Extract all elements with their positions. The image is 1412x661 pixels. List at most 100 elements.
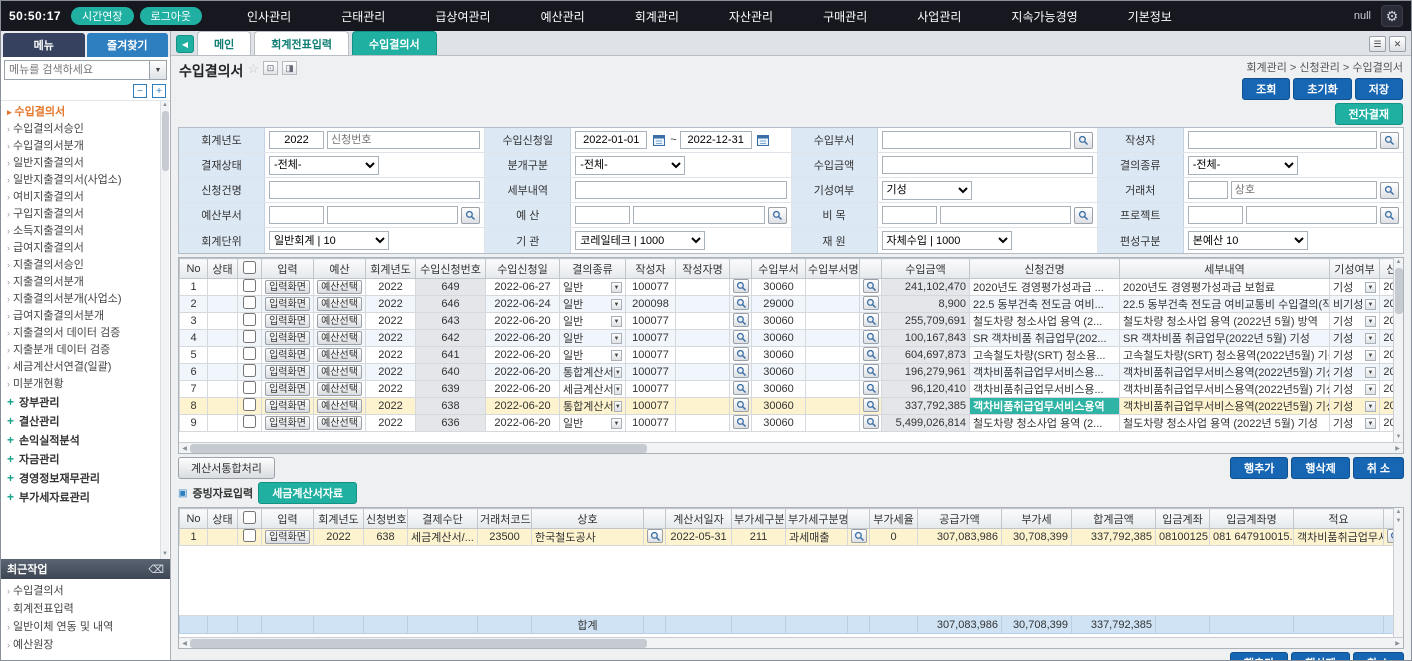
search-icon[interactable] [1074, 207, 1093, 224]
evidence-col-s3[interactable] [1384, 509, 1394, 529]
income-cell-amount[interactable]: 5,499,026,814 [882, 415, 970, 432]
row-checkbox[interactable] [243, 415, 256, 428]
evidence-cell-s3[interactable] [1384, 529, 1394, 546]
scroll-thumb[interactable] [1395, 268, 1403, 314]
income-cell-writer[interactable]: 100077 [626, 313, 676, 330]
income-cell-budget_btn[interactable]: 예산선택 [314, 279, 366, 296]
evidence-cell-note[interactable]: 객차비품취급업무서비스용... [1294, 529, 1384, 546]
income-cell-s2[interactable] [860, 415, 882, 432]
search-icon[interactable] [863, 347, 879, 361]
evidence-col-account[interactable]: 입금계좌 [1156, 509, 1210, 529]
evidence-cell-year[interactable]: 2022 [314, 529, 364, 546]
income-cell-writer[interactable]: 100077 [626, 415, 676, 432]
done-select[interactable]: 기성▼ [1333, 364, 1376, 380]
income-cell-s1[interactable] [730, 279, 752, 296]
income-cell-dept_name[interactable] [806, 296, 860, 313]
income-cell-dept_name[interactable] [806, 381, 860, 398]
income-cell-dept_name[interactable] [806, 398, 860, 415]
income-col-detail[interactable]: 세부내역 [1120, 259, 1330, 279]
kind-select[interactable]: 통합계산서▼ [563, 398, 622, 414]
income-cell-s2[interactable] [860, 381, 882, 398]
income-cell-writer_name[interactable] [676, 381, 730, 398]
tab-close-icon[interactable]: ✕ [1389, 36, 1406, 52]
income-cell-dept[interactable]: 30060 [752, 279, 806, 296]
scroll-up-icon[interactable]: ▲ [1396, 508, 1402, 517]
income-grid-vscrollbar[interactable]: ▲ ▼ [1393, 258, 1403, 442]
income-cell-kind[interactable]: 일반▼ [560, 296, 626, 313]
income-cell-year[interactable]: 2022 [366, 313, 416, 330]
income-cell-status[interactable] [208, 381, 238, 398]
income-cell-writer_name[interactable] [676, 398, 730, 415]
scroll-right-icon[interactable]: ▶ [1392, 445, 1403, 452]
income-col-dept[interactable]: 수입부서 [752, 259, 806, 279]
dropdown-icon[interactable]: ▼ [611, 350, 622, 361]
income-cell-amount[interactable]: 196,279,961 [882, 364, 970, 381]
income-cell-budget_btn[interactable]: 예산선택 [314, 313, 366, 330]
income-cell-title[interactable]: 객차비품취급업무서비스용역 [970, 398, 1120, 415]
dropdown-icon[interactable]: ▼ [611, 282, 622, 293]
evidence-col-vat_code[interactable]: 부가세구분 [732, 509, 786, 529]
income-cell-acct_date[interactable]: 2022-06-20 [1380, 364, 1394, 381]
income-cell-title[interactable]: 2020년도 경영평가성과급 ... [970, 279, 1120, 296]
evidence-cell-input_btn[interactable]: 입력화면 [262, 529, 314, 546]
income-cell-done[interactable]: 기성▼ [1330, 330, 1380, 347]
income-cell-title[interactable]: 객차비품취급업무서비스용... [970, 381, 1120, 398]
income-col-req_no[interactable]: 수입신청번호 [416, 259, 486, 279]
evidence-cell-no[interactable]: 1 [180, 529, 208, 546]
evidence-col-account_name[interactable]: 입금계좌명 [1210, 509, 1294, 529]
evidence-grid-vscrollbar[interactable]: ▲ ▼ [1393, 508, 1403, 637]
income-cell-dept[interactable]: 30060 [752, 330, 806, 347]
search-icon[interactable] [863, 364, 879, 378]
scroll-left-icon[interactable]: ◀ [179, 445, 190, 452]
delete-row-button[interactable]: 행삭제 [1291, 652, 1349, 661]
evidence-col-vat_amount[interactable]: 부가세 [1002, 509, 1072, 529]
income-cell-dept_name[interactable] [806, 347, 860, 364]
evidence-col-status[interactable]: 상태 [208, 509, 238, 529]
income-cell-s1[interactable] [730, 381, 752, 398]
tax-invoice-data-button[interactable]: 세금계산서자료 [258, 482, 357, 504]
sidebar-item[interactable]: ›여비지출결의서 [7, 189, 158, 206]
income-cell-year[interactable]: 2022 [366, 296, 416, 313]
dropdown-icon[interactable]: ▼ [1365, 401, 1376, 412]
journal-type-select[interactable]: -전체- [575, 156, 685, 175]
income-row[interactable]: 2입력화면예산선택20226462022-06-24일반▼20009829000… [180, 296, 1394, 313]
income-cell-s1[interactable] [730, 415, 752, 432]
calendar-icon[interactable] [755, 132, 772, 149]
search-icon[interactable] [851, 529, 867, 543]
dropdown-icon[interactable]: ▼ [1365, 350, 1376, 361]
income-cell-budget_btn[interactable]: 예산선택 [314, 364, 366, 381]
expand-all-button[interactable]: + [152, 84, 166, 98]
income-cell-budget_btn[interactable]: 예산선택 [314, 381, 366, 398]
income-cell-status[interactable] [208, 364, 238, 381]
income-cell-input_btn[interactable]: 입력화면 [262, 415, 314, 432]
sidebar-item[interactable]: ›급여지출결의서 [7, 240, 158, 257]
input-btn[interactable]: 입력화면 [265, 297, 310, 311]
income-cell-input_btn[interactable]: 입력화면 [262, 347, 314, 364]
evidence-col-vat_rate[interactable]: 부가세율 [870, 509, 918, 529]
search-icon[interactable] [733, 330, 749, 344]
income-cell-req_no[interactable]: 636 [416, 415, 486, 432]
income-cell-req_no[interactable]: 640 [416, 364, 486, 381]
invoice-merge-button[interactable]: 계산서통합처리 [178, 457, 275, 479]
row-checkbox[interactable] [243, 330, 256, 343]
done-select[interactable]: 기성▼ [1333, 330, 1376, 346]
income-cell-dept_name[interactable] [806, 415, 860, 432]
sidebar-item[interactable]: ›소득지출결의서 [7, 223, 158, 240]
project-code-input[interactable] [1188, 206, 1243, 224]
evidence-col-s1[interactable] [644, 509, 666, 529]
input-btn[interactable]: 입력화면 [265, 365, 310, 379]
resolution-type-select[interactable]: -전체- [1188, 156, 1298, 175]
request-date-from-input[interactable] [575, 131, 647, 149]
income-cell-writer[interactable]: 100077 [626, 364, 676, 381]
search-icon[interactable] [647, 529, 663, 543]
evidence-cell-req_no[interactable]: 638 [364, 529, 408, 546]
income-cell-year[interactable]: 2022 [366, 398, 416, 415]
income-cell-dept[interactable]: 30060 [752, 381, 806, 398]
income-cell-writer[interactable]: 200098 [626, 296, 676, 313]
done-select[interactable]: 기성▼ [1333, 313, 1376, 329]
income-cell-done[interactable]: 기성▼ [1330, 347, 1380, 364]
topmenu-item[interactable]: 기본정보 [1103, 8, 1197, 25]
sidebar-item[interactable]: ›지출결의서승인 [7, 257, 158, 274]
add-row-button[interactable]: 행추가 [1230, 457, 1288, 479]
search-icon[interactable] [1380, 207, 1399, 224]
